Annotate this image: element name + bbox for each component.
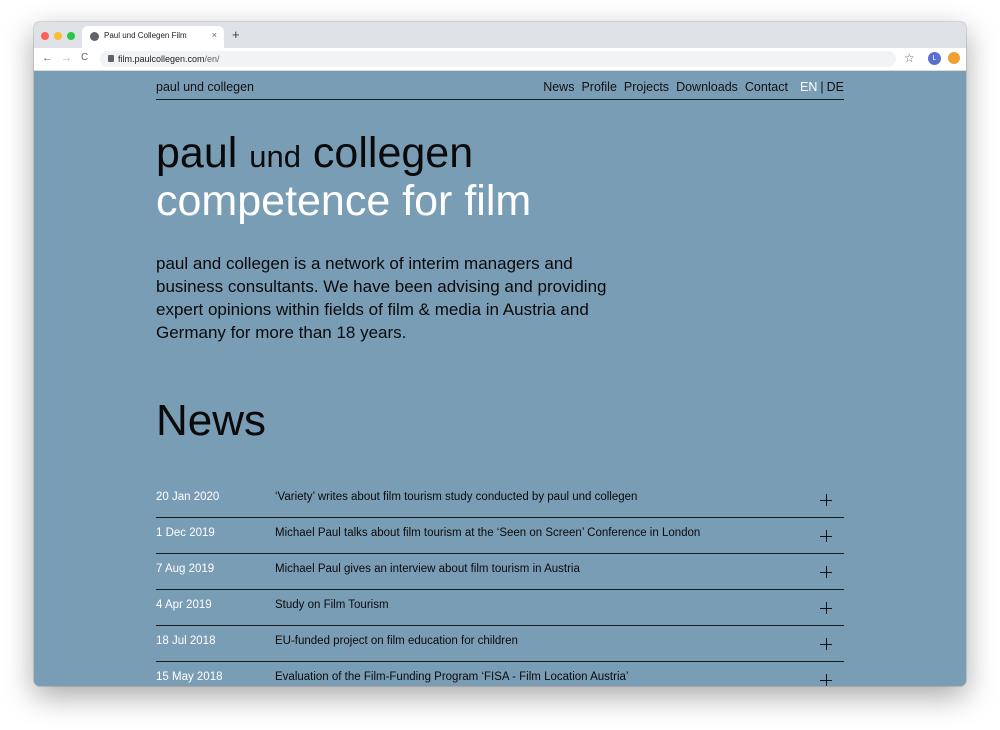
profile-avatar[interactable]: L	[928, 52, 941, 65]
expand-plus-icon[interactable]	[820, 566, 832, 578]
site-header: paul und collegen News Profile Projects …	[156, 71, 844, 100]
url-path: /en/	[204, 54, 220, 64]
expand-plus-icon[interactable]	[820, 674, 832, 686]
back-arrow-icon[interactable]: ←	[42, 52, 53, 64]
nav-downloads[interactable]: Downloads	[676, 80, 738, 94]
expand-plus-icon[interactable]	[820, 602, 832, 614]
browser-toolbar: ← → C film.paulcollegen.com/en/ ☆ L	[34, 48, 966, 71]
url-host: film.paulcollegen.com	[118, 54, 205, 64]
hero-title: paul und collegen	[156, 128, 473, 182]
reload-icon[interactable]: C	[81, 52, 88, 64]
hero-title-paul: paul	[156, 129, 250, 177]
address-bar[interactable]: film.paulcollegen.com/en/	[100, 51, 896, 67]
nav-projects[interactable]: Projects	[624, 80, 669, 94]
forward-arrow-icon[interactable]: →	[61, 52, 72, 64]
window-controls	[41, 32, 75, 40]
globe-icon	[90, 32, 99, 41]
expand-plus-icon[interactable]	[820, 494, 832, 506]
lang-en-link[interactable]: EN	[800, 80, 817, 94]
extension-icon[interactable]	[948, 52, 960, 64]
news-list: 20 Jan 2020 ‘Variety’ writes about film …	[156, 482, 844, 686]
expand-plus-icon[interactable]	[820, 638, 832, 650]
tab-bar: Paul und Collegen Film × +	[34, 22, 966, 48]
news-date: 18 Jul 2018	[156, 635, 216, 647]
browser-window: Paul und Collegen Film × + ← → C film.pa…	[34, 22, 966, 686]
news-title[interactable]: Study on Film Tourism	[275, 599, 389, 611]
site-logo[interactable]: paul und collegen	[156, 80, 254, 94]
news-title[interactable]: ‘Variety’ writes about film tourism stud…	[275, 491, 637, 503]
news-title[interactable]: Evaluation of the Film-Funding Program ‘…	[275, 671, 628, 683]
news-item[interactable]: 1 Dec 2019 Michael Paul talks about film…	[156, 518, 844, 554]
news-title[interactable]: Michael Paul gives an interview about fi…	[275, 563, 580, 575]
news-date: 15 May 2018	[156, 671, 223, 683]
news-item[interactable]: 15 May 2018 Evaluation of the Film-Fundi…	[156, 662, 844, 686]
main-nav: News Profile Projects Downloads Contact …	[543, 80, 844, 94]
expand-plus-icon[interactable]	[820, 530, 832, 542]
url-text: film.paulcollegen.com/en/	[118, 53, 220, 65]
news-date: 1 Dec 2019	[156, 527, 215, 539]
intro-paragraph: paul and collegen is a network of interi…	[156, 254, 607, 342]
news-item[interactable]: 4 Apr 2019 Study on Film Tourism	[156, 590, 844, 626]
news-heading: News	[156, 396, 267, 445]
lang-de-link[interactable]: DE	[827, 80, 844, 94]
hero-subtitle: competence for film	[156, 177, 532, 225]
news-date: 4 Apr 2019	[156, 599, 212, 611]
news-date: 7 Aug 2019	[156, 563, 215, 575]
page-content: paul und collegen News Profile Projects …	[34, 71, 966, 686]
zoom-window-button[interactable]	[67, 32, 75, 40]
minimize-window-button[interactable]	[54, 32, 62, 40]
close-window-button[interactable]	[41, 32, 49, 40]
news-item[interactable]: 20 Jan 2020 ‘Variety’ writes about film …	[156, 482, 844, 518]
nav-contact[interactable]: Contact	[745, 80, 788, 94]
news-item[interactable]: 7 Aug 2019 Michael Paul gives an intervi…	[156, 554, 844, 590]
hero-title-und: und	[249, 139, 301, 174]
nav-profile[interactable]: Profile	[581, 80, 616, 94]
bookmark-star-icon[interactable]: ☆	[904, 51, 915, 65]
news-date: 20 Jan 2020	[156, 491, 220, 503]
nav-news[interactable]: News	[543, 80, 574, 94]
lang-separator: |	[820, 80, 824, 94]
news-title[interactable]: EU-funded project on film education for …	[275, 635, 518, 647]
lock-icon	[108, 55, 114, 62]
new-tab-button[interactable]: +	[232, 28, 240, 41]
browser-tab[interactable]: Paul und Collegen Film ×	[82, 26, 224, 48]
hero-title-collegen: collegen	[300, 129, 474, 177]
tab-close-icon[interactable]: ×	[212, 30, 217, 40]
tab-title: Paul und Collegen Film	[104, 31, 187, 40]
news-title[interactable]: Michael Paul talks about film tourism at…	[275, 527, 700, 539]
news-item[interactable]: 18 Jul 2018 EU-funded project on film ed…	[156, 626, 844, 662]
